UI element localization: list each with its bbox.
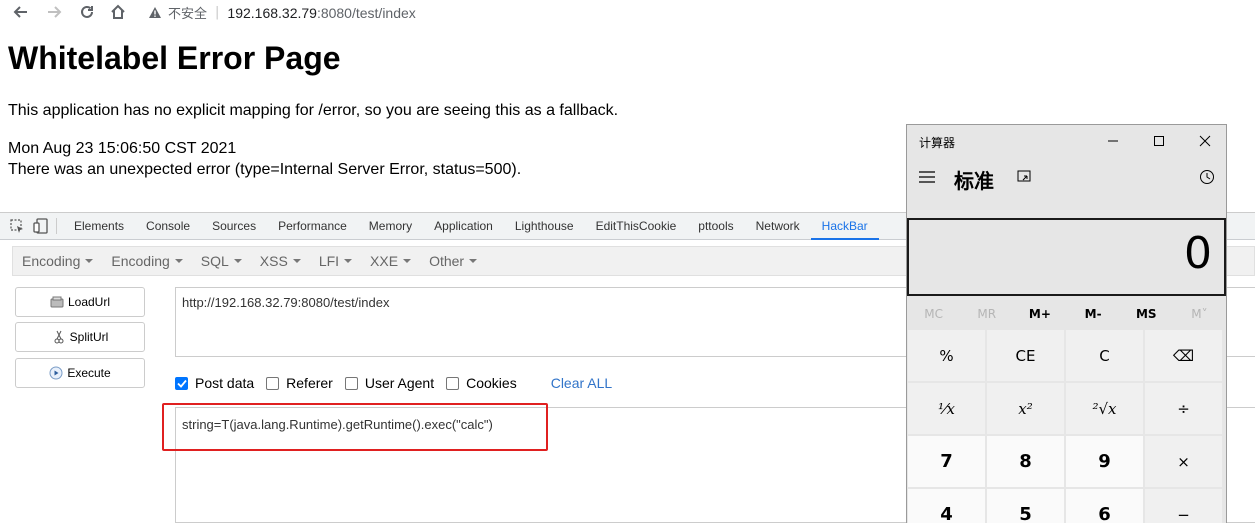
reload-icon[interactable] <box>75 1 99 23</box>
warning-icon <box>148 6 162 19</box>
calculator-mode-label: 标准 <box>954 169 994 193</box>
digit-9-button[interactable]: 9 <box>1066 436 1143 487</box>
digit-5-button[interactable]: 5 <box>987 489 1064 523</box>
menu-xss[interactable]: XSS <box>251 253 310 269</box>
multiply-button[interactable]: × <box>1145 436 1222 487</box>
maximize-icon[interactable] <box>1149 131 1169 151</box>
digit-4-button[interactable]: 4 <box>908 489 985 523</box>
request-options: Post data Referer User Agent Cookies Cle… <box>175 374 612 392</box>
hamburger-menu-icon[interactable] <box>917 167 937 187</box>
reciprocal-button[interactable]: ⅟x <box>908 383 985 434</box>
divide-button[interactable]: ÷ <box>1145 383 1222 434</box>
back-icon[interactable] <box>9 1 33 23</box>
memory-list-button[interactable]: M˅ <box>1173 303 1226 325</box>
error-timestamp: Mon Aug 23 15:06:50 CST 2021 <box>8 140 237 157</box>
checkbox-checked-icon <box>175 376 188 390</box>
tab-hackbar[interactable]: HackBar <box>810 213 879 240</box>
memory-row: MC MR M+ M- MS M˅ <box>907 303 1226 325</box>
chevron-down-icon <box>403 259 412 263</box>
checkbox-icon <box>266 376 280 390</box>
user-agent-checkbox[interactable]: User Agent <box>344 375 434 391</box>
cookies-checkbox[interactable]: Cookies <box>446 375 517 391</box>
menu-encryption[interactable]: Encoding <box>13 253 102 269</box>
tab-console[interactable]: Console <box>135 213 201 240</box>
play-icon <box>49 366 63 380</box>
menu-other[interactable]: Other <box>420 253 486 269</box>
square-button[interactable]: x² <box>987 383 1064 434</box>
clear-button[interactable]: C <box>1066 330 1143 381</box>
mc-button[interactable]: MC <box>907 303 960 325</box>
minimize-icon[interactable] <box>1103 131 1123 151</box>
chevron-down-icon <box>292 259 301 263</box>
highlight-box <box>162 403 548 451</box>
inspect-element-icon[interactable] <box>8 217 26 235</box>
chevron-down-icon <box>174 259 183 263</box>
menu-encoding[interactable]: Encoding <box>102 253 191 269</box>
m-minus-button[interactable]: M- <box>1067 303 1120 325</box>
tab-editthiscookie[interactable]: EditThisCookie <box>585 213 688 240</box>
clear-all-link[interactable]: Clear ALL <box>551 375 612 391</box>
checkbox-icon <box>344 376 358 390</box>
tab-sources[interactable]: Sources <box>201 213 267 240</box>
tab-lighthouse[interactable]: Lighthouse <box>504 213 585 240</box>
chevron-down-icon <box>344 259 353 263</box>
referer-checkbox[interactable]: Referer <box>266 375 333 391</box>
error-detail: There was an unexpected error (type=Inte… <box>8 161 522 178</box>
m-plus-button[interactable]: M+ <box>1013 303 1066 325</box>
ms-button[interactable]: MS <box>1120 303 1173 325</box>
display-value: 0 <box>1184 228 1212 279</box>
calculator-header: 标准 <box>907 161 1226 197</box>
security-warning-label: 不安全 <box>168 7 208 22</box>
calculator-window: 计算器 标准 0 MC MR M+ M- MS M˅ % CE C ⌫ ⅟x x… <box>906 124 1227 523</box>
split-url-button[interactable]: SplitUrl <box>15 322 145 352</box>
mr-button[interactable]: MR <box>960 303 1013 325</box>
tab-application[interactable]: Application <box>423 213 504 240</box>
calculator-title: 计算器 <box>919 136 956 150</box>
load-url-button[interactable]: LoadUrl <box>15 287 145 317</box>
tab-elements[interactable]: Elements <box>63 213 135 240</box>
execute-button[interactable]: Execute <box>15 358 145 388</box>
backspace-icon[interactable]: ⌫ <box>1145 330 1222 381</box>
digit-6-button[interactable]: 6 <box>1066 489 1143 523</box>
keep-on-top-icon[interactable] <box>1015 167 1035 187</box>
split-url-icon <box>52 330 66 344</box>
close-icon[interactable] <box>1195 131 1215 151</box>
calculator-display: 0 <box>907 218 1226 296</box>
menu-sql[interactable]: SQL <box>192 253 251 269</box>
digit-8-button[interactable]: 8 <box>987 436 1064 487</box>
subtract-button[interactable]: − <box>1145 489 1222 523</box>
toolbar-divider <box>56 218 57 234</box>
calculator-titlebar: 计算器 <box>907 125 1226 157</box>
square-root-button[interactable]: ²√x <box>1066 383 1143 434</box>
menu-xxe[interactable]: XXE <box>361 253 420 269</box>
chevron-down-icon <box>233 259 242 263</box>
device-toolbar-icon[interactable] <box>32 217 50 235</box>
history-icon[interactable] <box>1197 167 1217 187</box>
clear-entry-button[interactable]: CE <box>987 330 1064 381</box>
browser-toolbar: 不安全 | 192.168.32.79:8080/test/index <box>0 0 1255 24</box>
post-data-checkbox[interactable]: Post data <box>175 375 254 391</box>
menu-lfi[interactable]: LFI <box>310 253 361 269</box>
url-text: 192.168.32.79:8080/test/index <box>227 4 416 21</box>
checkbox-icon <box>446 376 460 390</box>
address-divider: | <box>215 5 220 20</box>
address-bar[interactable]: 不安全 | 192.168.32.79:8080/test/index <box>148 3 416 22</box>
digit-7-button[interactable]: 7 <box>908 436 985 487</box>
chevron-down-icon <box>85 259 94 263</box>
tab-memory[interactable]: Memory <box>358 213 423 240</box>
chevron-down-icon <box>469 259 478 263</box>
load-url-icon <box>50 295 64 309</box>
error-message: This application has no explicit mapping… <box>8 102 619 119</box>
home-icon[interactable] <box>106 1 130 23</box>
tab-pttools[interactable]: pttools <box>687 213 744 240</box>
tab-network[interactable]: Network <box>745 213 811 240</box>
percent-button[interactable]: % <box>908 330 985 381</box>
page-title: Whitelabel Error Page <box>8 40 341 76</box>
keypad: % CE C ⌫ ⅟x x² ²√x ÷ 7 8 9 × 4 5 6 − <box>908 330 1226 523</box>
forward-icon[interactable] <box>42 1 66 23</box>
tab-performance[interactable]: Performance <box>267 213 358 240</box>
